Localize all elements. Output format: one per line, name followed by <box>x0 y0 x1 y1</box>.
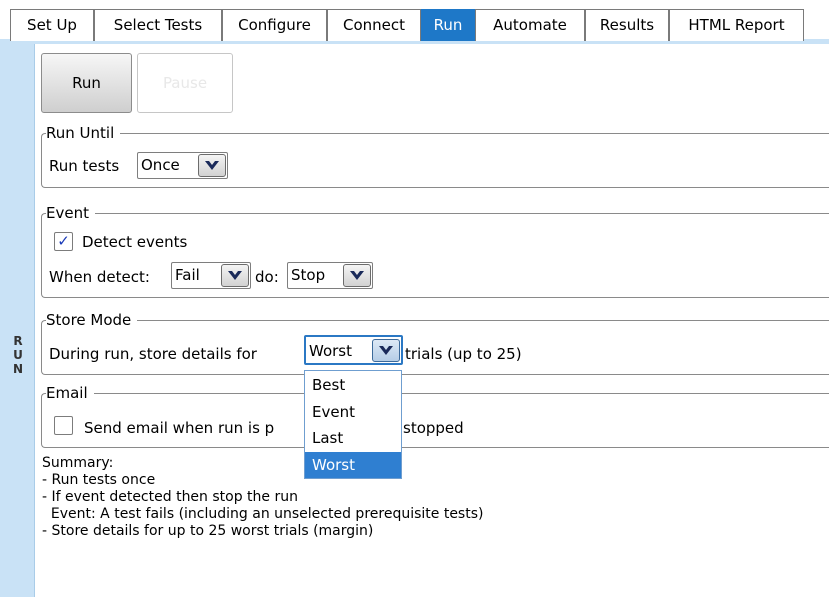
checkmark-icon: ✓ <box>57 232 70 250</box>
when-detect-combo[interactable]: Fail <box>171 262 251 289</box>
tab-bar: Set Up Select Tests Configure Connect Ru… <box>0 0 829 44</box>
tab-html-report[interactable]: HTML Report <box>669 9 804 41</box>
chevron-down-icon[interactable] <box>198 154 226 177</box>
run-tests-combo-value: Once <box>141 156 180 174</box>
tab-results[interactable]: Results <box>585 9 669 41</box>
send-email-label: Send email when run is p <box>84 419 275 437</box>
dropdown-option-best[interactable]: Best <box>305 372 401 398</box>
side-letter: R <box>13 334 23 348</box>
chevron-down-icon[interactable] <box>221 264 249 287</box>
detect-events-checkbox[interactable]: ✓ <box>54 232 73 251</box>
event-legend: Event <box>46 203 95 223</box>
email-legend: Email <box>46 383 94 403</box>
tab-select-tests[interactable]: Select Tests <box>94 9 222 41</box>
tab-automate[interactable]: Automate <box>475 9 585 41</box>
side-label-run: R U N <box>11 334 25 376</box>
summary-line: - Run tests once <box>42 472 156 488</box>
run-until-group: Run Until Run tests Once <box>41 123 829 188</box>
tab-configure[interactable]: Configure <box>222 9 327 41</box>
do-action-combo-value: Stop <box>291 266 326 284</box>
store-details-suffix: trials (up to 25) <box>405 345 522 363</box>
tab-connect[interactable]: Connect <box>327 9 421 41</box>
summary-line: - If event detected then stop the run <box>42 489 298 505</box>
run-tests-combo[interactable]: Once <box>137 152 228 179</box>
run-until-legend: Run Until <box>46 123 121 143</box>
pause-button[interactable]: Pause <box>137 53 233 113</box>
chevron-down-icon[interactable] <box>343 264 371 287</box>
chevron-down-icon[interactable] <box>372 339 400 362</box>
summary-line: Event: A test fails (including an unsele… <box>42 506 484 522</box>
side-letter: U <box>13 348 23 362</box>
summary-panel: Summary: - Run tests once - If event detec… <box>42 455 483 540</box>
store-mode-legend: Store Mode <box>46 310 138 330</box>
send-email-checkbox[interactable] <box>54 416 73 435</box>
store-details-combo[interactable]: Worst <box>304 335 403 365</box>
event-group: Event ✓ Detect events When detect: Fail … <box>41 203 829 298</box>
when-detect-label: When detect: <box>49 268 150 286</box>
email-group: Email Send email when run is p stopped <box>41 383 829 448</box>
side-panel-strip: R U N <box>0 44 35 597</box>
side-letter: N <box>12 362 24 376</box>
store-mode-group: Store Mode During run, store details for… <box>41 310 829 375</box>
store-details-combo-value: Worst <box>309 342 352 360</box>
summary-title: Summary: <box>42 455 114 471</box>
send-email-label-end: stopped <box>403 419 464 437</box>
tab-run[interactable]: Run <box>421 9 475 41</box>
summary-line: - Store details for up to 25 worst trial… <box>42 523 374 539</box>
do-action-combo[interactable]: Stop <box>287 262 373 289</box>
dropdown-option-last[interactable]: Last <box>305 425 401 451</box>
dropdown-option-event[interactable]: Event <box>305 399 401 425</box>
run-button[interactable]: Run <box>41 53 132 113</box>
detect-events-label: Detect events <box>82 233 188 251</box>
store-details-prefix: During run, store details for <box>49 345 257 363</box>
when-detect-combo-value: Fail <box>175 266 200 284</box>
tab-set-up[interactable]: Set Up <box>10 9 94 41</box>
run-tests-label: Run tests <box>49 157 120 175</box>
do-label: do: <box>255 268 279 286</box>
